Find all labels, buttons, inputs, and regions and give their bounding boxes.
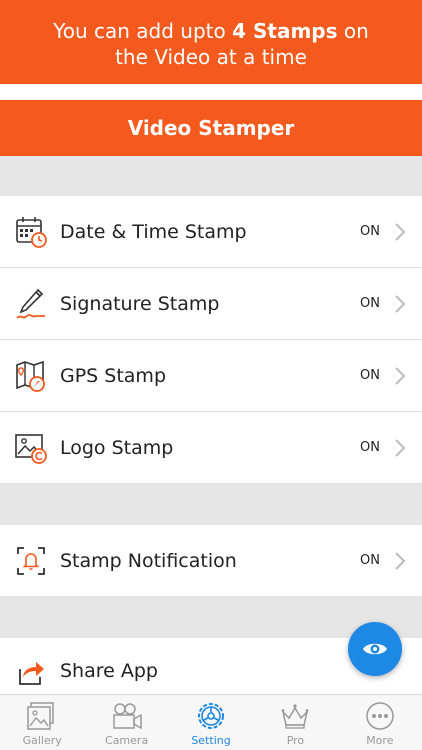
tab-gallery-label: Gallery — [22, 734, 62, 747]
chevron-right-icon — [395, 294, 406, 313]
section-separator — [0, 484, 422, 525]
map-pin-icon — [16, 360, 45, 392]
logo-stamp-row[interactable]: Logo Stamp ON — [0, 412, 422, 484]
preview-fab-button[interactable] — [348, 622, 402, 676]
tab-pro[interactable]: Pro — [253, 695, 337, 750]
tab-more-label: More — [366, 734, 394, 747]
more-dots-icon — [366, 702, 394, 730]
tab-gallery[interactable]: Gallery — [0, 695, 84, 750]
crown-icon — [282, 704, 309, 729]
eye-icon — [363, 643, 387, 655]
date-time-stamp-label: Date & Time Stamp — [60, 220, 247, 243]
tab-camera-label: Camera — [105, 734, 149, 747]
signature-stamp-state: ON — [360, 296, 380, 311]
gps-stamp-row[interactable]: GPS Stamp ON — [0, 340, 422, 412]
settings-wheel-icon — [198, 703, 225, 729]
bell-frame-icon — [17, 546, 45, 575]
tab-setting-label: Setting — [191, 734, 231, 747]
chevron-right-icon — [395, 222, 406, 241]
promo-highlight: 4 Stamps — [232, 19, 338, 43]
promo-text: You can add upto — [53, 19, 233, 43]
signature-stamp-row[interactable]: Signature Stamp ON — [0, 268, 422, 340]
chevron-right-icon — [395, 438, 406, 457]
bottom-tab-bar: Gallery Camera Setting Pro More — [0, 694, 422, 750]
promo-text-suffix: on — [337, 19, 369, 43]
chevron-right-icon — [395, 366, 406, 385]
gps-stamp-label: GPS Stamp — [60, 364, 167, 387]
image-copyright-icon — [15, 433, 47, 464]
signature-stamp-label: Signature Stamp — [60, 292, 220, 315]
stamp-notification-row[interactable]: Stamp Notification ON — [0, 525, 422, 597]
page-title: Video Stamper — [0, 100, 422, 156]
tab-camera[interactable]: Camera — [84, 695, 168, 750]
logo-stamp-label: Logo Stamp — [60, 436, 174, 459]
promo-banner: You can add upto 4 Stamps on the Video a… — [0, 0, 422, 84]
gallery-icon — [27, 702, 54, 730]
date-time-stamp-row[interactable]: Date & Time Stamp ON — [0, 196, 422, 268]
stamp-notification-label: Stamp Notification — [60, 549, 237, 572]
tab-setting[interactable]: Setting — [169, 695, 253, 750]
chevron-right-icon — [395, 551, 406, 570]
signature-pen-icon — [16, 288, 45, 319]
promo-line-2: the Video at a time — [115, 45, 307, 69]
tab-pro-label: Pro — [286, 734, 305, 747]
promo-gap — [0, 84, 422, 100]
date-time-stamp-state: ON — [360, 224, 380, 239]
share-arrow-icon — [19, 661, 44, 685]
tab-more[interactable]: More — [338, 695, 422, 750]
logo-stamp-state: ON — [360, 440, 380, 455]
video-camera-icon — [112, 703, 142, 730]
share-app-label: Share App — [60, 660, 158, 682]
gps-stamp-state: ON — [360, 368, 380, 383]
section-separator — [0, 156, 422, 196]
stamp-notification-state: ON — [360, 553, 380, 568]
promo-line-1: You can add upto 4 Stamps on — [0, 18, 422, 44]
calendar-clock-icon — [16, 216, 47, 248]
